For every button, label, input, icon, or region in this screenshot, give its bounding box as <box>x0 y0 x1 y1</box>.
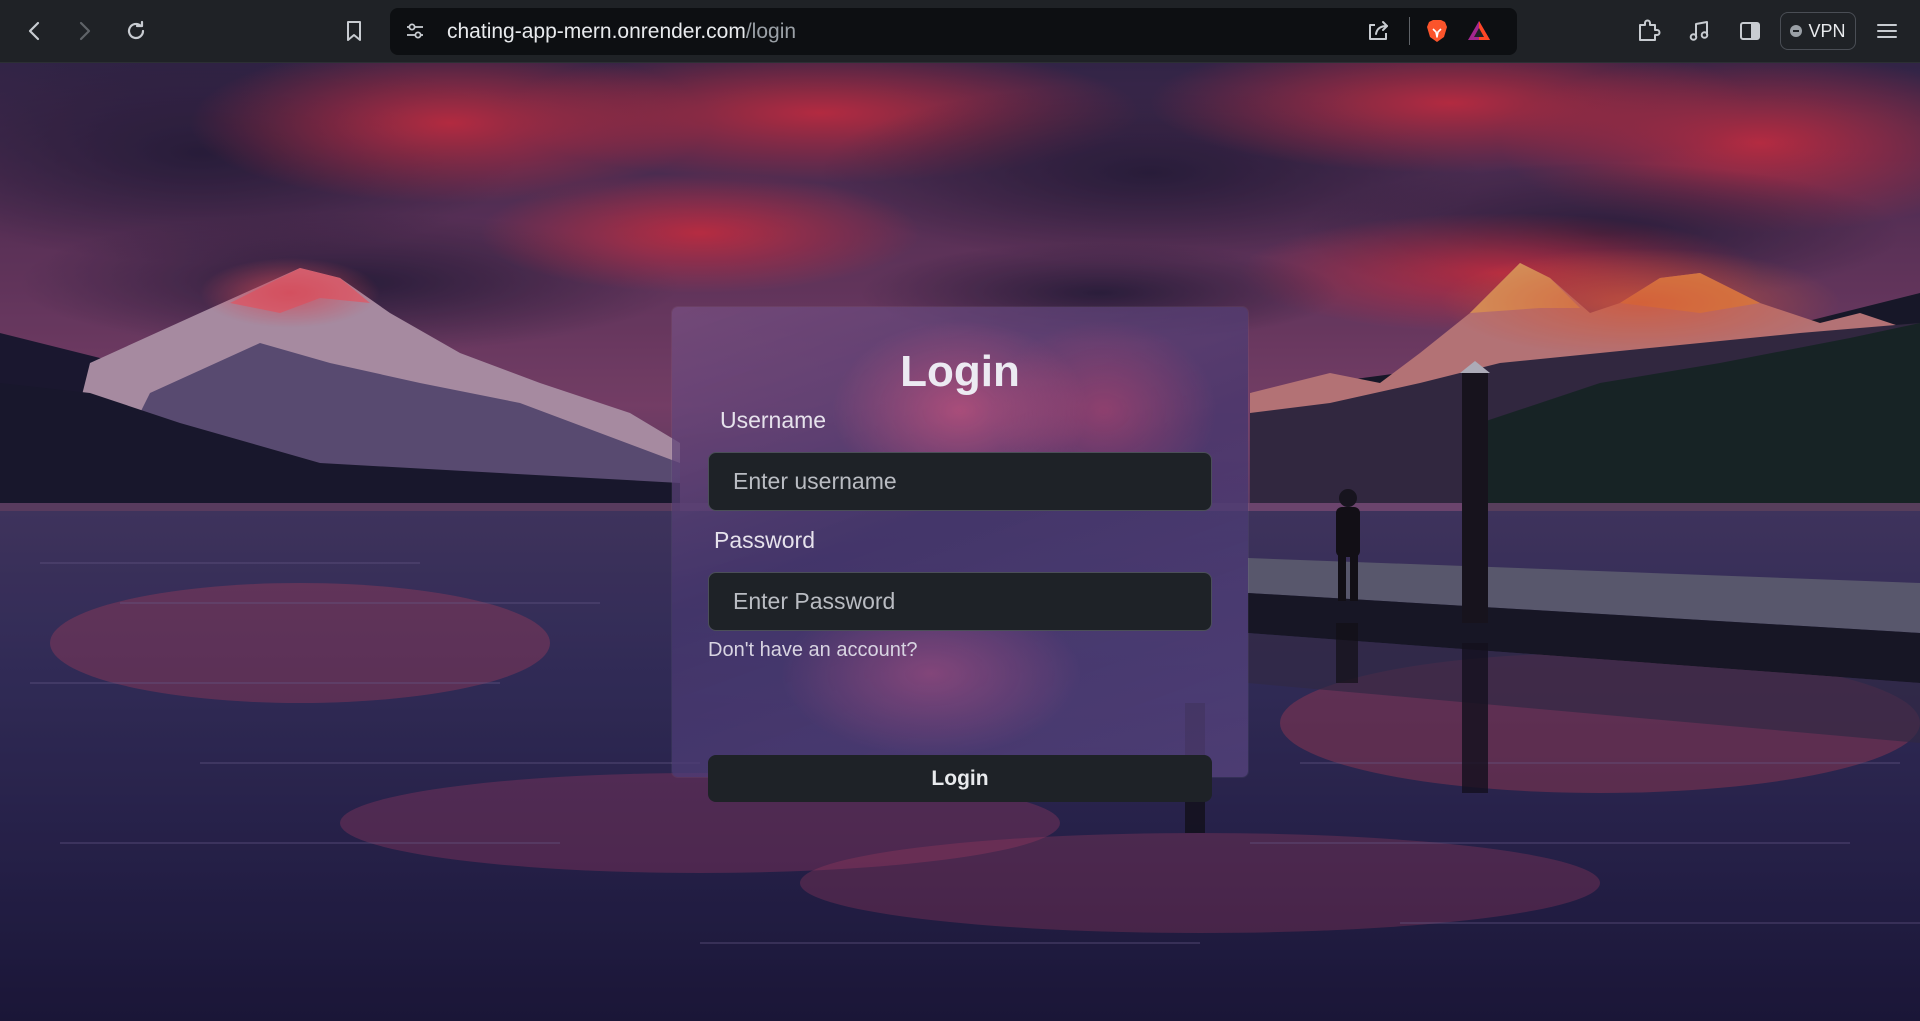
vpn-button[interactable]: VPN <box>1780 12 1856 50</box>
reload-icon <box>127 20 145 40</box>
share-icon <box>1369 21 1388 40</box>
username-label: Username <box>720 407 827 433</box>
main-menu-button[interactable] <box>1870 14 1904 48</box>
bookmark-icon <box>347 21 361 41</box>
browser-toolbar: chating-app-mern.onrender.com/login VPN <box>0 0 1920 63</box>
password-input[interactable] <box>708 572 1212 631</box>
sidebar-button[interactable] <box>1733 14 1767 48</box>
sidebar-toggle-icon <box>1740 22 1760 40</box>
login-button[interactable]: Login <box>708 755 1212 802</box>
brave-rewards-triangle-icon <box>1468 21 1490 40</box>
brave-rewards-button[interactable] <box>1462 14 1496 48</box>
bookmark-button[interactable] <box>337 14 371 48</box>
media-button[interactable] <box>1682 14 1716 48</box>
url-host: chating-app-mern.onrender.com <box>447 20 746 43</box>
login-form: Login Username Password Don't have an ac… <box>672 307 1248 802</box>
puzzle-extensions-icon <box>1639 19 1661 41</box>
vpn-status-icon <box>1790 25 1803 37</box>
back-button[interactable] <box>18 14 52 48</box>
url-text[interactable]: chating-app-mern.onrender.com/login <box>447 20 796 44</box>
login-title: Login <box>900 347 1020 396</box>
url-path: /login <box>745 20 797 43</box>
forward-button[interactable] <box>67 14 101 48</box>
password-label: Password <box>714 527 815 553</box>
reload-button[interactable] <box>119 14 153 48</box>
address-bar[interactable]: chating-app-mern.onrender.com/login <box>390 8 1517 55</box>
share-button[interactable] <box>1362 14 1396 48</box>
hamburger-menu-icon <box>1877 24 1897 38</box>
signup-link[interactable]: Don't have an account? <box>708 639 918 662</box>
urlbar-divider <box>1409 17 1410 45</box>
back-arrow-icon <box>28 21 40 41</box>
site-settings-icon <box>407 23 423 39</box>
extensions-button[interactable] <box>1632 14 1666 48</box>
username-input[interactable] <box>708 452 1212 511</box>
vpn-label: VPN <box>1808 20 1846 41</box>
brave-lion-icon <box>1427 20 1447 42</box>
music-note-icon <box>1689 21 1709 41</box>
forward-arrow-icon <box>79 21 91 41</box>
site-info-button[interactable] <box>398 14 432 48</box>
page-viewport: Login Username Password Don't have an ac… <box>0 63 1920 1021</box>
brave-shields-button[interactable] <box>1420 14 1454 48</box>
